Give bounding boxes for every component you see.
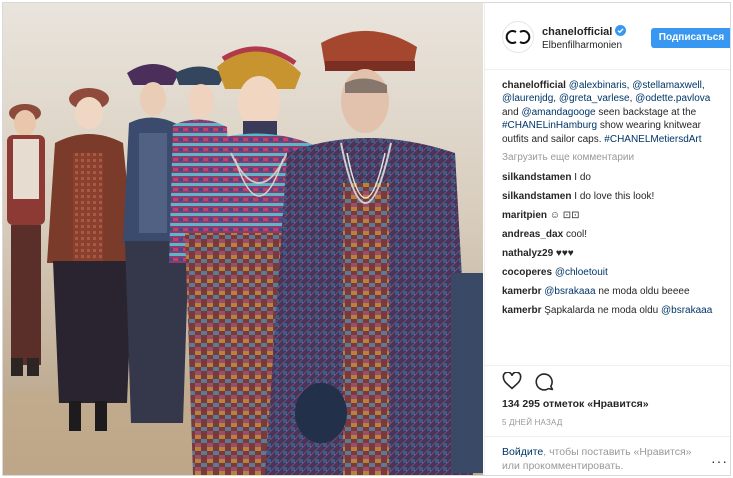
comment-username[interactable]: silkandstamen (502, 172, 571, 183)
comment-item: maritpien ☺ ⊡⊡ (502, 209, 728, 222)
model-far-left (7, 104, 45, 376)
caption-link[interactable]: #CHANELMetiersdArt (604, 134, 701, 145)
username-link[interactable]: chanelofficial (542, 25, 627, 38)
comment-mention-link[interactable]: @bsrakaaa (544, 286, 595, 297)
caption-link[interactable]: @amandagooge (521, 107, 595, 118)
location-link[interactable]: Elbenfilharmonien (542, 40, 622, 51)
caption-link[interactable]: @odette.pavlova (635, 93, 710, 104)
verified-badge-icon (615, 25, 627, 36)
likes-count[interactable]: 134 295 отметок «Нравится» (502, 398, 649, 410)
comment-item: silkandstamen I do love this look! (502, 190, 728, 203)
caption-link[interactable]: @laurenjdg (502, 93, 553, 104)
comment-item: andreas_dax cool! (502, 228, 728, 241)
comment-username[interactable]: kamerbr (502, 305, 541, 316)
comment-bubble-icon[interactable] (535, 372, 554, 391)
caption-link[interactable]: @stellamaxwell (632, 80, 702, 91)
login-link[interactable]: Войдите (502, 446, 543, 458)
comment-item: kamerbr Şapkalarda ne moda oldu @bsrakaa… (502, 304, 728, 317)
heart-icon[interactable] (502, 371, 522, 390)
caption: chanelofficial @alexbinaris, @stellamaxw… (502, 79, 728, 146)
load-more-comments-button[interactable]: Загрузить еще комментарии (502, 151, 728, 164)
add-comment-section: Войдите, чтобы поставить «Нравится» или … (485, 436, 730, 475)
post-header: chanelofficial Elbenfilharmonien Подписа… (485, 3, 730, 70)
comment-username[interactable]: nathalyz29 (502, 248, 553, 259)
caption-author[interactable]: chanelofficial (502, 80, 566, 91)
comment-mention-link[interactable]: @chloetouit (555, 267, 608, 278)
backstage-photo-illustration (3, 3, 483, 475)
comment-item: cocoperes @chloetouit (502, 266, 728, 279)
comment-items: silkandstamen I do silkandstamen I do lov… (502, 171, 728, 317)
comment-text: ♥♥♥ (555, 248, 574, 260)
comment-username[interactable]: andreas_dax (502, 229, 563, 240)
caption-text-part: , (701, 80, 705, 91)
comment-text: ne moda oldu beeee (595, 285, 690, 297)
comment-item: silkandstamen I do (502, 171, 728, 184)
post-sidebar: chanelofficial Elbenfilharmonien Подписа… (484, 3, 730, 475)
comment-text: I do love this look! (574, 191, 655, 203)
comment-username[interactable]: kamerbr (502, 286, 541, 297)
comment-item: nathalyz29 ♥♥♥ (502, 247, 728, 260)
caption-link[interactable]: #CHANELinHamburg (502, 120, 597, 131)
post-timestamp[interactable]: 5 ДНЕЙ НАЗАД (502, 418, 562, 427)
comment-text: I do (574, 172, 591, 184)
post-actions: 134 295 отметок «Нравится» 5 ДНЕЙ НАЗАД … (485, 365, 730, 475)
caption-link[interactable]: @alexbinaris (569, 80, 627, 91)
caption-text-part: seen backstage at the (595, 106, 697, 118)
comment-text: Şapkalarda ne moda oldu (544, 304, 661, 316)
more-options-icon[interactable]: ··· (711, 453, 728, 469)
login-prompt: Войдите, чтобы поставить «Нравится» или … (502, 446, 707, 473)
comment-item: kamerbr @bsrakaaa ne moda oldu beeee (502, 285, 728, 298)
comment-mention-link[interactable]: @bsrakaaa (661, 305, 712, 316)
post-photo[interactable] (3, 3, 483, 475)
comments-list: chanelofficial @alexbinaris, @stellamaxw… (502, 79, 728, 323)
comment-username[interactable]: silkandstamen (502, 191, 571, 202)
comment-text: cool! (565, 229, 588, 241)
comment-username[interactable]: maritpien (502, 210, 547, 221)
username-text[interactable]: chanelofficial (542, 26, 612, 38)
follow-button[interactable]: Подписаться (651, 28, 730, 48)
comment-username[interactable]: cocoperes (502, 267, 552, 278)
comment-text: ☺ ⊡⊡ (549, 210, 580, 222)
caption-link[interactable]: @greta_varlese (559, 93, 630, 104)
chanel-logo-icon[interactable] (502, 21, 534, 53)
caption-text-part: and (502, 106, 522, 118)
instagram-post: chanelofficial Elbenfilharmonien Подписа… (2, 2, 731, 476)
